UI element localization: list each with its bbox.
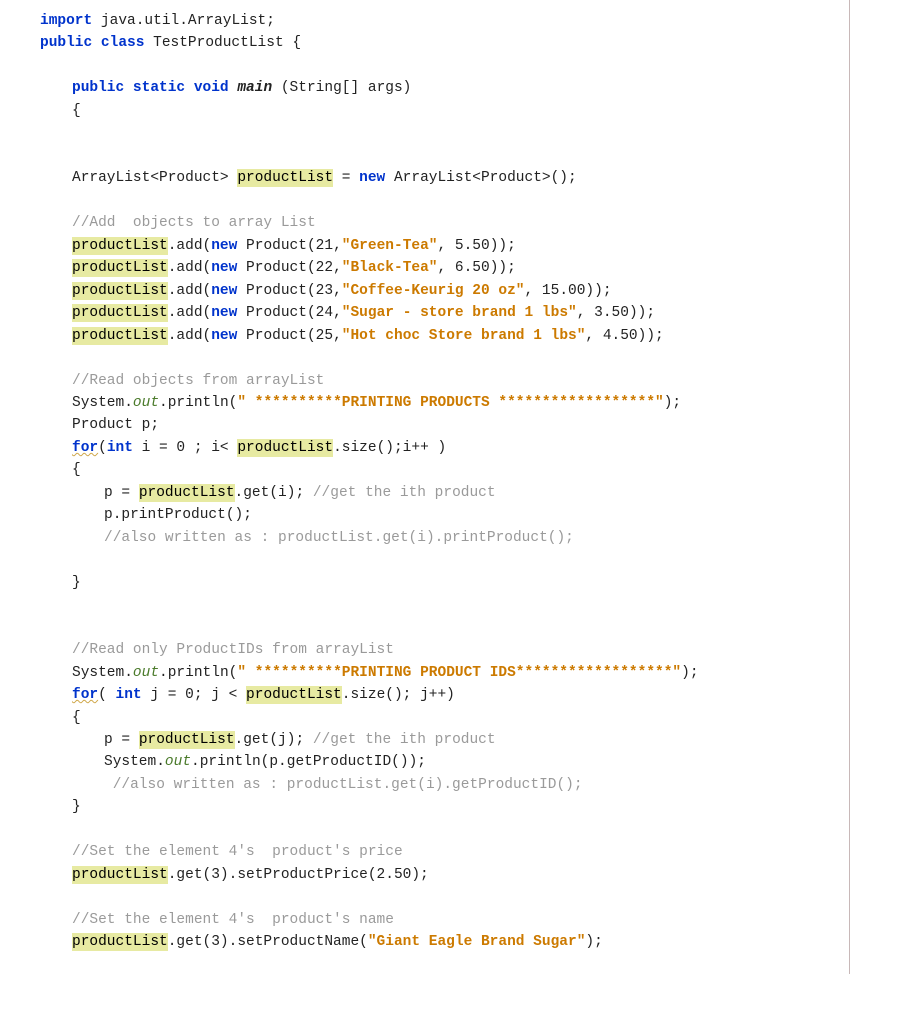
code-line: } — [40, 796, 849, 818]
code-line: System.out.println(" **********PRINTING … — [40, 392, 849, 414]
comment-line: //Read only ProductIDs from arrayList — [40, 639, 849, 661]
code-line: System.out.println(p.getProductID()); — [40, 751, 849, 773]
keyword-import: import — [40, 13, 92, 29]
highlight-variable: productList — [237, 169, 333, 187]
comment-line: //Set the element 4's product's name — [40, 909, 849, 931]
code-line: productList.get(3).setProductName("Giant… — [40, 931, 849, 953]
method-main: main — [229, 80, 273, 96]
code-line: public static void main (String[] args) — [40, 77, 849, 99]
blank-line — [40, 594, 849, 616]
code-line: { — [40, 100, 849, 122]
keyword-public-class: public class — [40, 35, 144, 51]
blank-line — [40, 145, 849, 167]
code-line: { — [40, 459, 849, 481]
code-line: productList.add(new Product(23,"Coffee-K… — [40, 280, 849, 302]
code-line: productList.add(new Product(21,"Green-Te… — [40, 235, 849, 257]
blank-line — [40, 190, 849, 212]
code-line: p = productList.get(j); //get the ith pr… — [40, 729, 849, 751]
code-line: System.out.println(" **********PRINTING … — [40, 662, 849, 684]
code-line: } — [40, 572, 849, 594]
blank-line — [40, 549, 849, 571]
code-line: public class TestProductList { — [40, 32, 849, 54]
blank-line — [40, 347, 849, 369]
comment-line: //also written as : productList.get(i).g… — [40, 774, 849, 796]
code-line: for(int i = 0 ; i< productList.size();i+… — [40, 437, 849, 459]
blank-line — [40, 55, 849, 77]
blank-line — [40, 617, 849, 639]
comment-line: //Add objects to array List — [40, 212, 849, 234]
blank-line — [40, 886, 849, 908]
blank-line — [40, 819, 849, 841]
blank-line — [40, 122, 849, 144]
code-line: productList.add(new Product(24,"Sugar - … — [40, 302, 849, 324]
code-line: ArrayList<Product> productList = new Arr… — [40, 167, 849, 189]
comment-line: //Set the element 4's product's price — [40, 841, 849, 863]
code-line: productList.add(new Product(25,"Hot choc… — [40, 325, 849, 347]
code-line: productList.get(3).setProductPrice(2.50)… — [40, 864, 849, 886]
code-line: p.printProduct(); — [40, 504, 849, 526]
code-line: import java.util.ArrayList; — [40, 10, 849, 32]
code-line: { — [40, 707, 849, 729]
code-line: p = productList.get(i); //get the ith pr… — [40, 482, 849, 504]
code-line: Product p; — [40, 414, 849, 436]
comment-line: //Read objects from arrayList — [40, 370, 849, 392]
code-line: for( int j = 0; j < productList.size(); … — [40, 684, 849, 706]
code-editor-view: import java.util.ArrayList; public class… — [0, 0, 850, 974]
comment-line: //also written as : productList.get(i).p… — [40, 527, 849, 549]
code-line: productList.add(new Product(22,"Black-Te… — [40, 257, 849, 279]
